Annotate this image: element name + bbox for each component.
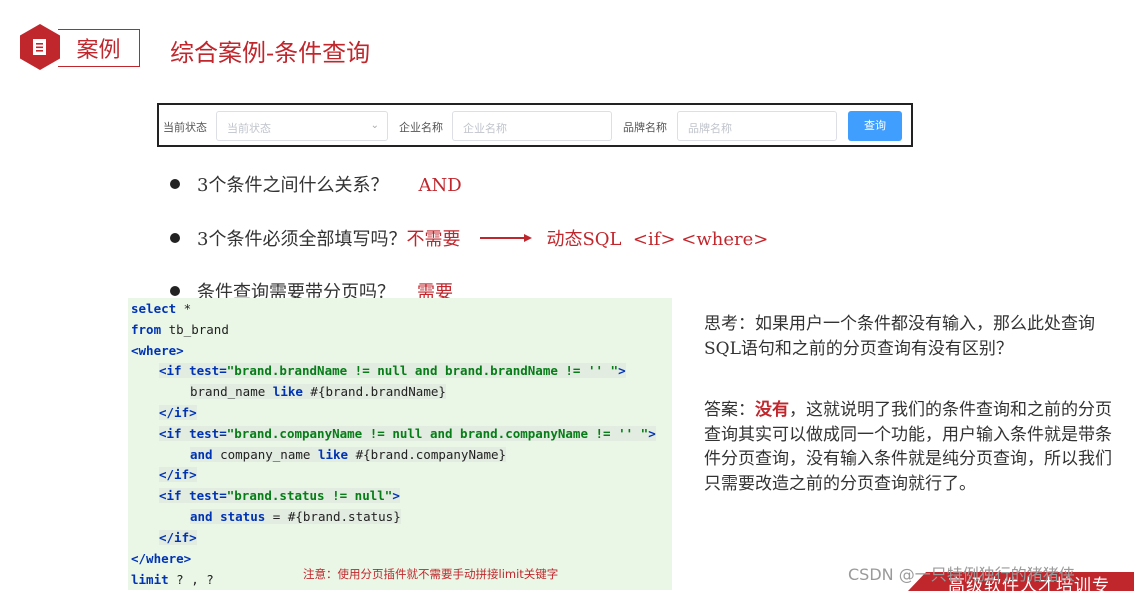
code-line: brand_name like #{brand.brandName} — [190, 384, 446, 399]
bullet-answer: AND — [418, 175, 462, 196]
document-icon — [33, 39, 46, 55]
brand-placeholder: 品牌名称 — [688, 122, 732, 135]
arrow-right-icon — [480, 234, 533, 242]
answer-text: 答案：没有，这就说明了我们的条件查询和之前的分页查询其实可以做成同一个功能，用户… — [704, 398, 1114, 496]
thinking-text: 思考：如果用户一个条件都没有输入，那么此处查询SQL语句和之前的分页查询有没有区… — [704, 314, 1095, 359]
answer-prefix: 答案： — [704, 400, 755, 420]
bullet-result: 动态SQL <if> <where> — [546, 229, 769, 250]
bullet-answer: 不需要 — [406, 229, 461, 250]
bullet-relation: 3个条件之间什么关系？ AND — [170, 171, 462, 197]
code-line: <where> — [131, 343, 184, 358]
company-input[interactable]: 企业名称 — [452, 111, 612, 141]
code-line: and status = #{brand.status} — [190, 509, 401, 524]
code-line: <if test="brand.companyName != null and … — [159, 426, 656, 441]
status-placeholder: 当前状态 — [227, 122, 271, 135]
code-block: select * from tb_brand <where> <if test=… — [128, 298, 672, 590]
chevron-down-icon: ⌄ — [370, 120, 379, 131]
bullet-required: 3个条件必须全部填写吗？不需要 动态SQL <if> <where> — [170, 225, 768, 251]
bullet-question: 3个条件之间什么关系？ — [197, 175, 389, 196]
status-label: 当前状态 — [163, 121, 207, 134]
bullet-dot — [170, 286, 180, 296]
code-line: from tb_brand — [131, 322, 229, 337]
code-line: </where> — [131, 551, 192, 566]
brand-input[interactable]: 品牌名称 — [677, 111, 837, 141]
code-line: </if> — [159, 530, 197, 545]
code-line: limit ? , ? — [131, 572, 214, 587]
code-line: <if test="brand.status != null"> — [159, 488, 400, 503]
query-button[interactable]: 查询 — [848, 111, 902, 141]
bullet-dot — [170, 179, 180, 189]
code-line: <if test="brand.brandName != null and br… — [159, 363, 626, 378]
company-placeholder: 企业名称 — [463, 122, 507, 135]
company-label: 企业名称 — [399, 121, 443, 134]
search-form: 当前状态 当前状态 ⌄ 企业名称 企业名称 品牌名称 品牌名称 查询 — [157, 103, 913, 147]
answer-keyword: 没有 — [755, 400, 789, 420]
code-line: </if> — [159, 405, 197, 420]
code-line: and company_name like #{brand.companyNam… — [190, 447, 507, 462]
bullet-question: 3个条件必须全部填写吗？ — [197, 229, 407, 250]
code-line: select * — [131, 301, 192, 316]
bullet-dot — [170, 233, 180, 243]
code-note: 注意：使用分页插件就不需要手动拼接limit关键字 — [303, 567, 559, 581]
code-line: </if> — [159, 467, 197, 482]
section-tag: 案例 — [58, 29, 140, 67]
page-title: 综合案例-条件查询 — [170, 39, 371, 67]
status-select[interactable]: 当前状态 ⌄ — [216, 111, 388, 141]
brand-label: 品牌名称 — [623, 121, 667, 134]
csdn-watermark: CSDN @一只特例独行的猪猪侠 — [848, 565, 1075, 584]
